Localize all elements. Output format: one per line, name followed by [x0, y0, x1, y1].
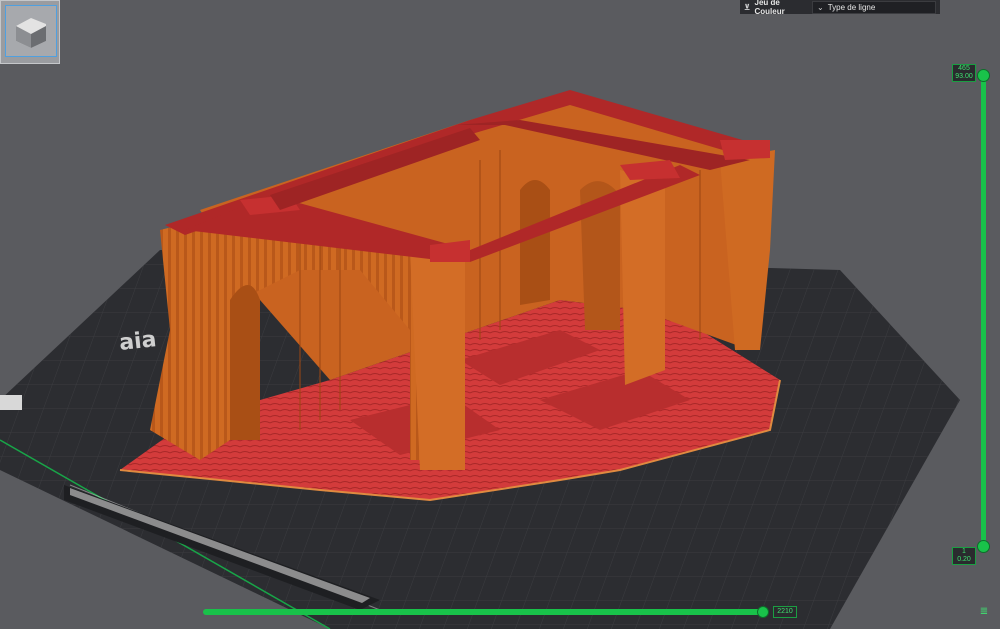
layer-slider-top-label: 465 93.00	[952, 64, 976, 82]
bottom-layer-height: 0.20	[957, 556, 971, 563]
svg-text:aia: aia	[118, 327, 158, 356]
color-scheme-label: Jeu de Couleur	[754, 0, 785, 16]
color-scheme-selector[interactable]: ⊻ Jeu de Couleur	[740, 0, 812, 16]
bottom-layer-number: 1	[962, 548, 966, 555]
layer-slider-bottom-label: 1 0.20	[952, 547, 976, 565]
move-slider-track[interactable]	[203, 609, 763, 615]
legend-bar: ⊻ Jeu de Couleur ⌄ Type de ligne	[740, 0, 940, 16]
line-type-dropdown[interactable]: ⌄ Type de ligne	[812, 0, 936, 14]
layer-slider-bottom-handle[interactable]	[977, 540, 990, 553]
top-layer-number: 465	[958, 65, 970, 72]
object-thumbnail[interactable]	[0, 0, 60, 64]
line-type-label: Type de ligne	[827, 2, 876, 12]
move-slider-handle[interactable]	[757, 606, 769, 618]
move-slider-value: 2210	[773, 606, 797, 618]
top-layer-height: 93.00	[955, 73, 973, 80]
layer-slider-top-handle[interactable]	[977, 69, 990, 82]
3d-viewport[interactable]: aia	[0, 0, 1000, 629]
thumbnail-preview	[5, 5, 57, 57]
layers-icon[interactable]: ≣	[978, 606, 990, 618]
chevron-down-icon: ⌄	[817, 2, 824, 12]
double-chevron-icon[interactable]: ⊻	[744, 3, 751, 12]
layer-slider-track[interactable]	[981, 70, 986, 548]
